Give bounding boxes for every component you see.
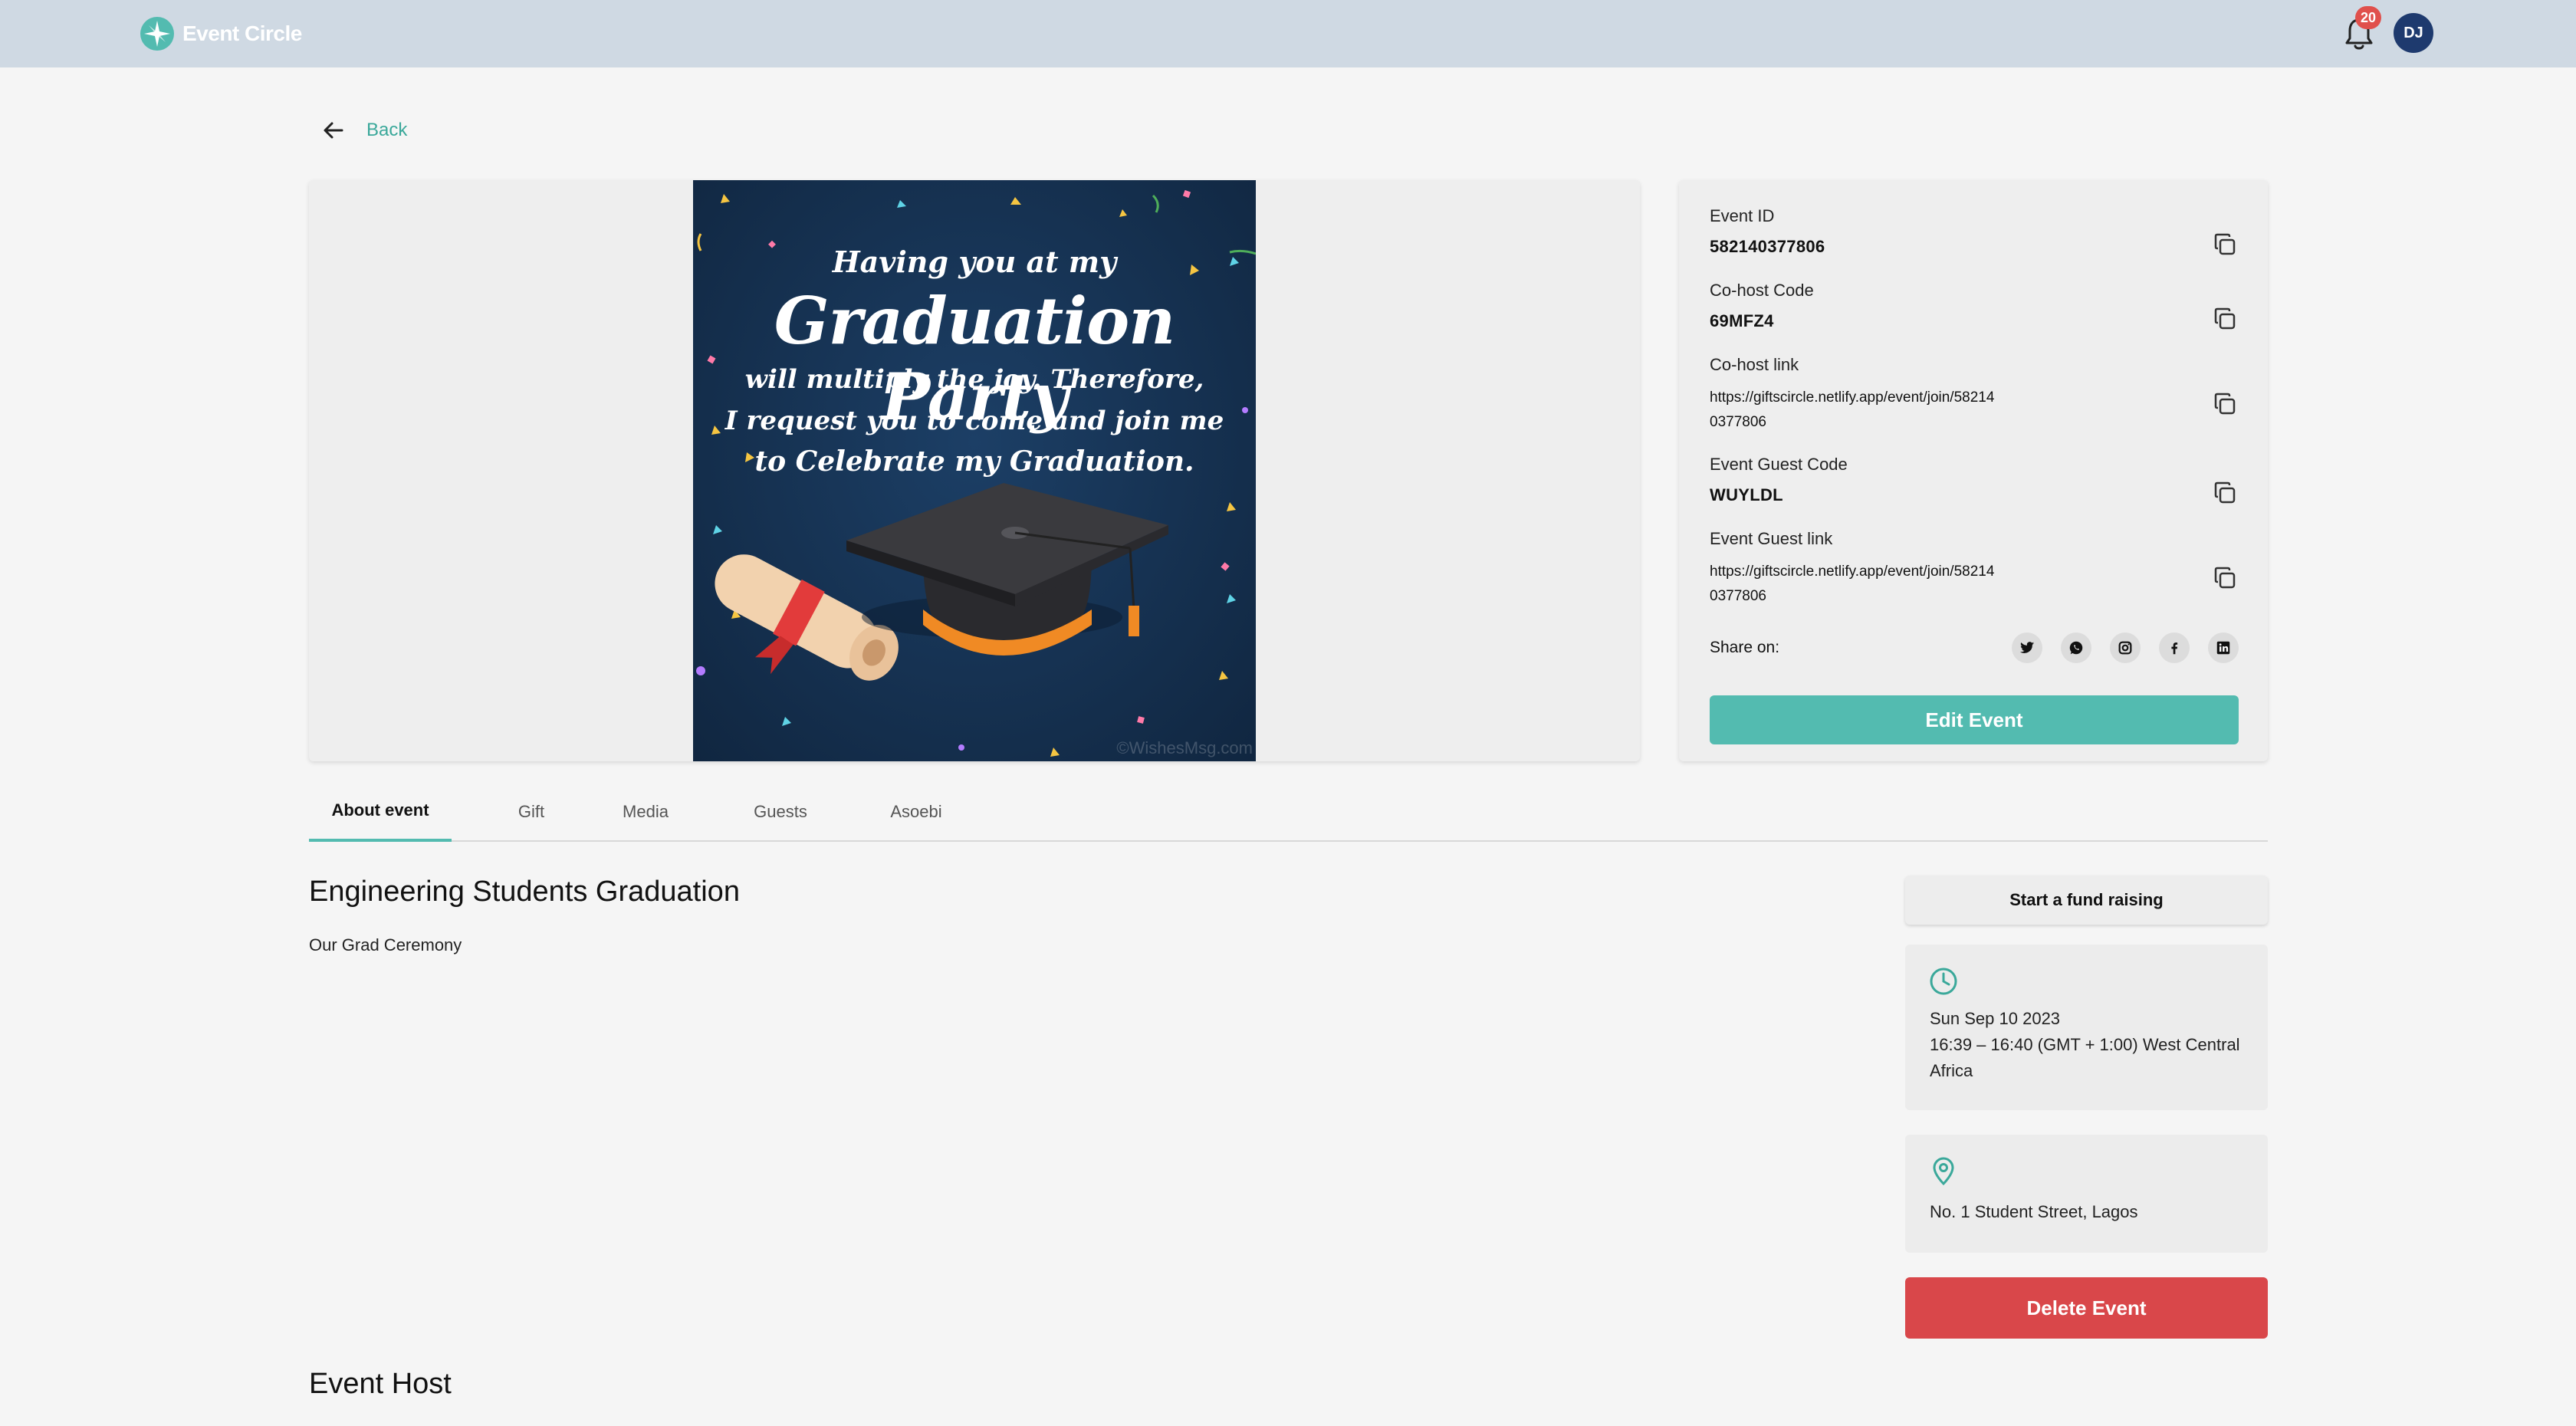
event-description: Our Grad Ceremony: [309, 935, 462, 955]
guest-code-label: Event Guest Code: [1710, 455, 1848, 474]
event-date: Sun Sep 10 2023: [1930, 1009, 2061, 1028]
event-tabs: About event Gift Media Guests Asoebi: [309, 782, 2268, 842]
copy-icon[interactable]: [2211, 305, 2239, 333]
share-icons: [2012, 632, 2239, 663]
tab-about-event[interactable]: About event: [309, 782, 452, 842]
compass-star-icon: [140, 17, 174, 51]
event-time: 16:39 – 16:40 (GMT + 1:00) West Central …: [1930, 1035, 2240, 1080]
invite-line-4: I request you to come and join me: [724, 406, 1224, 436]
event-title: Engineering Students Graduation: [309, 876, 740, 908]
guest-link-value: https://giftscircle.netlify.app/event/jo…: [1710, 564, 1995, 604]
image-watermark: ©WishesMsg.com: [1116, 738, 1253, 757]
notification-badge: 20: [2355, 6, 2381, 29]
delete-event-button[interactable]: Delete Event: [1905, 1277, 2268, 1339]
guest-code-value: WUYLDL: [1710, 485, 1783, 504]
share-label: Share on:: [1710, 639, 1780, 656]
cohost-link-value: https://giftscircle.netlify.app/event/jo…: [1710, 389, 1995, 430]
event-image-card: Having you at my Graduation Party will m…: [309, 180, 1640, 761]
event-location-card: No. 1 Student Street, Lagos: [1905, 1135, 2268, 1253]
invitation-image: Having you at my Graduation Party will m…: [693, 180, 1256, 761]
linkedin-icon[interactable]: [2208, 632, 2239, 663]
invite-line-5: to Celebrate my Graduation.: [754, 445, 1194, 478]
edit-event-button[interactable]: Edit Event: [1710, 695, 2239, 744]
event-id-row: Event ID 582140377806: [1710, 206, 2239, 257]
tab-gift[interactable]: Gift: [493, 782, 570, 842]
clock-icon: [1930, 968, 1957, 995]
copy-icon[interactable]: [2211, 390, 2239, 418]
copy-icon[interactable]: [2211, 564, 2239, 592]
brand-name: Event Circle: [182, 21, 302, 45]
arrow-left-icon: [324, 122, 343, 139]
event-id-label: Event ID: [1710, 206, 1775, 225]
invite-line-3: will multiply the joy. Therefore,: [744, 364, 1204, 395]
event-details-card: Event ID 582140377806 Co-host Code 69MFZ…: [1679, 180, 2268, 761]
cohost-link-row: Co-host link https://giftscircle.netlify…: [1710, 355, 2239, 435]
invite-line-1: Having you at my: [832, 245, 1117, 279]
guest-code-row: Event Guest Code WUYLDL: [1710, 455, 2239, 505]
copy-icon[interactable]: [2211, 231, 2239, 258]
brand[interactable]: Event Circle: [140, 15, 302, 52]
cohost-code-value: 69MFZ4: [1710, 311, 1774, 330]
cohost-link-label: Co-host link: [1710, 355, 1799, 374]
tab-media[interactable]: Media: [603, 782, 688, 842]
back-button[interactable]: Back: [320, 115, 407, 146]
twitter-icon[interactable]: [2012, 632, 2042, 663]
guest-link-row: Event Guest link https://giftscircle.net…: [1710, 529, 2239, 609]
cohost-code-row: Co-host Code 69MFZ4: [1710, 281, 2239, 331]
tab-guests[interactable]: Guests: [734, 782, 826, 842]
top-bar: Event Circle 20 DJ: [0, 0, 2576, 67]
facebook-icon[interactable]: [2159, 632, 2190, 663]
cohost-code-label: Co-host Code: [1710, 281, 1814, 300]
event-host-heading: Event Host: [309, 1368, 452, 1400]
avatar[interactable]: DJ: [2394, 13, 2433, 53]
event-time-card: Sun Sep 10 2023 16:39 – 16:40 (GMT + 1:0…: [1905, 945, 2268, 1110]
location-pin-icon: [1933, 1157, 1954, 1186]
whatsapp-icon[interactable]: [2061, 632, 2091, 663]
event-location: No. 1 Student Street, Lagos: [1930, 1202, 2138, 1221]
share-row: Share on:: [1710, 632, 2239, 663]
back-label[interactable]: Back: [366, 120, 407, 141]
event-id-value: 582140377806: [1710, 237, 1825, 256]
tab-asoebi[interactable]: Asoebi: [874, 782, 958, 842]
copy-icon[interactable]: [2211, 479, 2239, 507]
guest-link-label: Event Guest link: [1710, 529, 1833, 548]
start-fund-raising-button[interactable]: Start a fund raising: [1905, 876, 2268, 925]
instagram-icon[interactable]: [2110, 632, 2141, 663]
